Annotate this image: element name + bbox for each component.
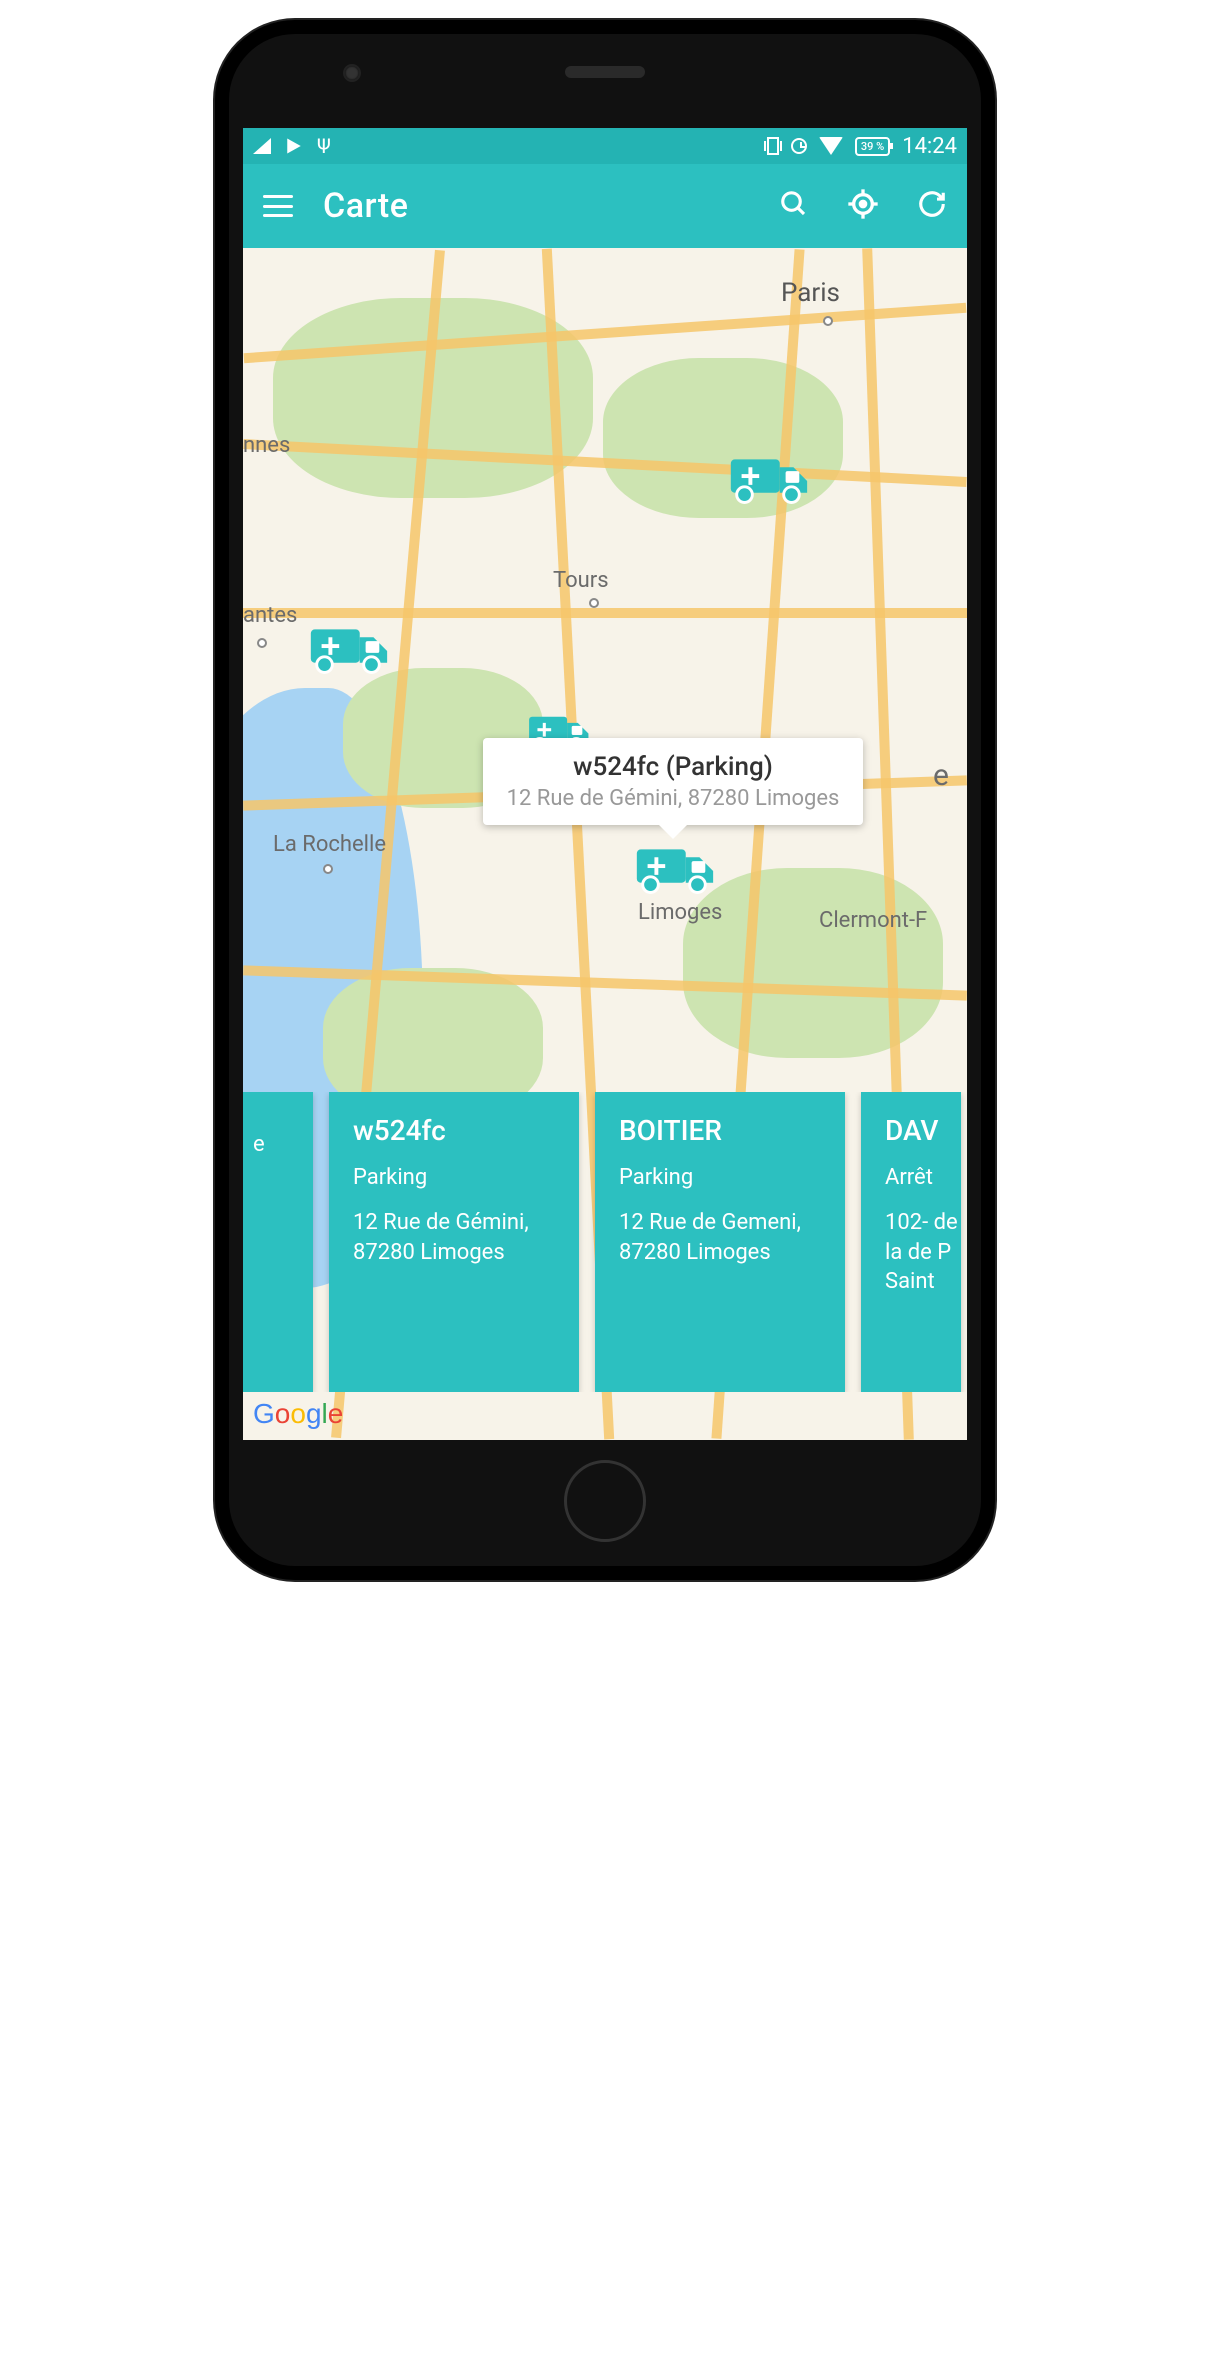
phone-camera <box>345 66 359 80</box>
card-status: Parking <box>619 1165 821 1190</box>
map-info-window[interactable]: w524fc (Parking) 12 Rue de Gémini, 87280… <box>483 738 863 825</box>
city-dot <box>257 638 267 648</box>
card-address: 102- de la de P Saint <box>885 1208 961 1297</box>
app-bar: Carte <box>243 164 967 248</box>
card-address: 12 Rue de Gemeni, 87280 Limoges <box>619 1208 821 1267</box>
city-dot <box>323 864 333 874</box>
card-title: DAV <box>885 1114 961 1147</box>
phone-frame: Ψ 39 % 14:24 Carte <box>215 20 995 1580</box>
card-status: Arrêt <box>885 1165 961 1190</box>
signal-icon <box>253 138 271 154</box>
vehicle-marker[interactable] <box>723 448 813 510</box>
vehicle-card[interactable]: e <box>243 1092 313 1392</box>
status-bar: Ψ 39 % 14:24 <box>243 128 967 164</box>
page-title: Carte <box>323 186 408 226</box>
google-logo: Google <box>253 1398 343 1430</box>
vehicle-carousel[interactable]: e w524fc Parking 12 Rue de Gémini, 87280… <box>243 1092 967 1392</box>
map-view[interactable]: Paris Tours nnes antes La Rochelle Limog… <box>243 248 967 1440</box>
vehicle-marker-selected[interactable] <box>629 838 719 900</box>
card-address: 12 Rue de Gémini, 87280 Limoges <box>353 1208 555 1267</box>
card-status: e <box>253 1132 289 1157</box>
map-green <box>683 868 943 1058</box>
alarm-icon <box>791 138 807 154</box>
city-label-larochelle: La Rochelle <box>273 832 386 857</box>
vehicle-card[interactable]: w524fc Parking 12 Rue de Gémini, 87280 L… <box>329 1092 579 1392</box>
locate-icon[interactable] <box>847 188 879 224</box>
vibrate-icon <box>767 137 779 155</box>
city-label-nnes: nnes <box>243 433 290 458</box>
screen: Ψ 39 % 14:24 Carte <box>243 128 967 1440</box>
city-label-paris: Paris <box>781 278 840 308</box>
vehicle-card[interactable]: BOITIER Parking 12 Rue de Gemeni, 87280 … <box>595 1092 845 1392</box>
battery-icon: 39 % <box>855 137 890 156</box>
info-window-title: w524fc (Parking) <box>505 752 841 782</box>
city-dot <box>589 598 599 608</box>
card-title: w524fc <box>353 1114 555 1147</box>
vehicle-card[interactable]: DAV Arrêt 102- de la de P Saint <box>861 1092 961 1392</box>
city-label-antes: antes <box>243 603 297 628</box>
wifi-icon <box>819 137 843 155</box>
card-title: BOITIER <box>619 1114 821 1147</box>
clock-text: 14:24 <box>902 134 957 159</box>
menu-icon[interactable] <box>263 195 293 217</box>
home-button[interactable] <box>564 1460 646 1542</box>
info-window-subtitle: 12 Rue de Gémini, 87280 Limoges <box>505 786 841 811</box>
vehicle-marker[interactable] <box>303 618 393 680</box>
city-dot <box>823 316 833 326</box>
phone-speaker <box>565 66 645 78</box>
play-badge-icon <box>285 137 303 155</box>
card-status: Parking <box>353 1165 555 1190</box>
map-road <box>243 608 967 618</box>
battery-text: 39 % <box>861 140 884 153</box>
search-icon[interactable] <box>779 189 809 223</box>
city-label-clermont: Clermont-F <box>819 908 927 933</box>
usb-icon: Ψ <box>317 134 331 158</box>
city-label-limoges: Limoges <box>638 900 722 925</box>
refresh-icon[interactable] <box>917 189 947 223</box>
city-label-e: e <box>933 758 949 793</box>
city-label-tours: Tours <box>553 568 609 593</box>
